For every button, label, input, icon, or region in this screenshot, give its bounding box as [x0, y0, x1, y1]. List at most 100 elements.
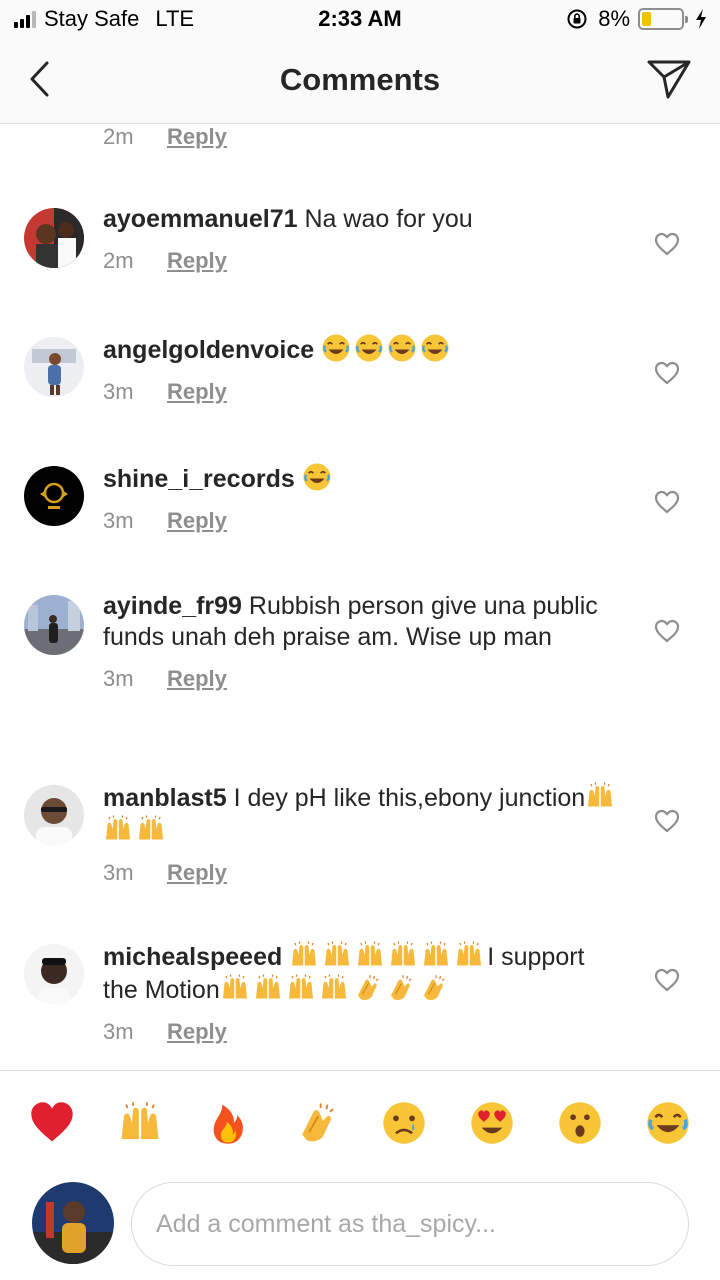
emoji-button-red-heart[interactable] — [28, 1099, 76, 1147]
orientation-lock-icon — [567, 9, 587, 29]
reply-button[interactable]: Reply — [167, 1019, 227, 1045]
comment-message: Na wao for you — [304, 205, 473, 233]
laughing-face-icon — [647, 1102, 689, 1144]
comment-time: 2m — [103, 248, 134, 273]
avatar[interactable] — [24, 208, 84, 268]
comment-time: 2m — [103, 124, 134, 149]
raising-hands-icon — [424, 941, 449, 966]
reply-button[interactable]: Reply — [167, 508, 227, 534]
reply-button[interactable]: Reply — [167, 666, 227, 692]
emoji-button-heart-eyes-face[interactable] — [468, 1099, 516, 1147]
reply-button[interactable]: Reply — [167, 379, 227, 405]
emoji-button-surprised-face[interactable] — [556, 1099, 604, 1147]
emoji-button-laughing-face[interactable] — [644, 1099, 692, 1147]
surprised-face-icon — [559, 1102, 601, 1144]
comment-username[interactable]: shine_i_records — [103, 465, 295, 493]
comment-text: ayinde_fr99 Rubbish person give una publ… — [103, 591, 623, 653]
emoji-button-clapping-hands[interactable] — [292, 1099, 340, 1147]
back-button[interactable] — [18, 58, 60, 100]
red-heart-icon — [31, 1102, 73, 1142]
paper-plane-icon — [647, 60, 691, 99]
chevron-left-icon — [30, 61, 49, 97]
raising-hands-icon — [588, 782, 613, 807]
comment-body: ayinde_fr99 Rubbish person give una publ… — [103, 591, 623, 692]
charging-bolt-icon — [696, 9, 706, 29]
comment-meta: 3m Reply — [103, 508, 623, 534]
emoji-quick-bar — [0, 1070, 720, 1174]
raising-hands-icon — [325, 941, 350, 966]
heart-outline-icon[interactable] — [654, 232, 680, 256]
comment-text: ayoemmanuel71 Na wao for you — [103, 204, 623, 235]
comment-meta: 3m Reply — [103, 666, 623, 692]
comment-text: shine_i_records — [103, 462, 623, 495]
comment-username[interactable]: michealspeeed — [103, 943, 282, 971]
heart-outline-icon[interactable] — [654, 361, 680, 385]
raising-hands-icon — [106, 815, 130, 840]
avatar[interactable] — [24, 944, 84, 1004]
comment-meta: 3m Reply — [103, 860, 623, 886]
raising-hands-icon — [222, 974, 247, 999]
share-button[interactable] — [644, 54, 694, 104]
comment-username[interactable]: manblast5 — [103, 784, 227, 812]
comment-emoji — [220, 974, 451, 1004]
comment-text: angelgoldenvoice — [103, 333, 623, 366]
avatar[interactable] — [24, 466, 84, 526]
comment-body: shine_i_records 3m Reply — [103, 462, 623, 534]
raising-hands-icon — [391, 941, 416, 966]
emoji-button-fire[interactable] — [204, 1099, 252, 1147]
reply-button[interactable]: Reply — [167, 860, 227, 886]
raising-hands-icon — [292, 941, 317, 966]
comment-meta-partial: 2m Reply — [103, 124, 227, 150]
clapping-hands-icon — [357, 975, 379, 1000]
comment-emoji — [302, 463, 335, 493]
raising-hands-icon — [121, 1102, 159, 1140]
comment-meta: 2m Reply — [103, 248, 623, 274]
comment-body: michealspeeed I support the Motion 3m Re… — [103, 940, 623, 1045]
comment-composer — [0, 1174, 720, 1280]
comment-meta: 3m Reply — [103, 379, 623, 405]
raising-hands-icon — [288, 974, 313, 999]
clapping-hands-icon — [423, 975, 445, 1000]
status-bar: Stay Safe LTE 2:33 AM 8% — [0, 0, 720, 40]
comment-emoji — [321, 334, 453, 364]
heart-outline-icon[interactable] — [654, 619, 680, 643]
clapping-hands-icon — [302, 1103, 334, 1142]
raising-hands-icon — [321, 974, 346, 999]
raising-hands-icon — [457, 941, 482, 966]
laughing-face-icon — [322, 334, 350, 362]
navigation-bar: Comments — [0, 40, 720, 124]
emoji-button-crying-face[interactable] — [380, 1099, 428, 1147]
laughing-face-icon — [388, 334, 416, 362]
laughing-face-icon — [355, 334, 383, 362]
emoji-button-raising-hands[interactable] — [116, 1099, 164, 1147]
heart-outline-icon[interactable] — [654, 490, 680, 514]
comment-username[interactable]: ayoemmanuel71 — [103, 205, 298, 233]
comment-text: manblast5 I dey pH like this,ebony junct… — [103, 781, 623, 847]
avatar — [32, 1182, 114, 1264]
fire-icon — [213, 1104, 243, 1144]
raising-hands-icon — [255, 974, 280, 999]
comment-time: 3m — [103, 508, 134, 533]
comment-time: 3m — [103, 379, 134, 404]
comment-input[interactable] — [131, 1182, 689, 1266]
raising-hands-icon — [139, 815, 163, 840]
avatar[interactable] — [24, 337, 84, 397]
comment-meta: 3m Reply — [103, 1019, 623, 1045]
comment-time: 3m — [103, 860, 134, 885]
avatar[interactable] — [24, 785, 84, 845]
avatar[interactable] — [24, 595, 84, 655]
reply-button[interactable]: Reply — [167, 124, 227, 150]
comment-body: ayoemmanuel71 Na wao for you 2m Reply — [103, 204, 623, 274]
comment-username[interactable]: ayinde_fr99 — [103, 592, 242, 620]
comment-username[interactable]: angelgoldenvoice — [103, 336, 314, 364]
comment-body: manblast5 I dey pH like this,ebony junct… — [103, 781, 623, 886]
comments-list[interactable]: 2m Reply ayoemmanuel71 Na wao for you 2m… — [0, 124, 720, 1070]
laughing-face-icon — [303, 463, 331, 491]
comment-text: michealspeeed I support the Motion — [103, 940, 623, 1006]
comment-body: angelgoldenvoice 3m Reply — [103, 333, 623, 405]
heart-outline-icon[interactable] — [654, 809, 680, 833]
heart-outline-icon[interactable] — [654, 968, 680, 992]
comment-message: I dey pH like this,ebony junction — [233, 784, 586, 812]
reply-button[interactable]: Reply — [167, 248, 227, 274]
battery-percent: 8% — [598, 6, 630, 31]
